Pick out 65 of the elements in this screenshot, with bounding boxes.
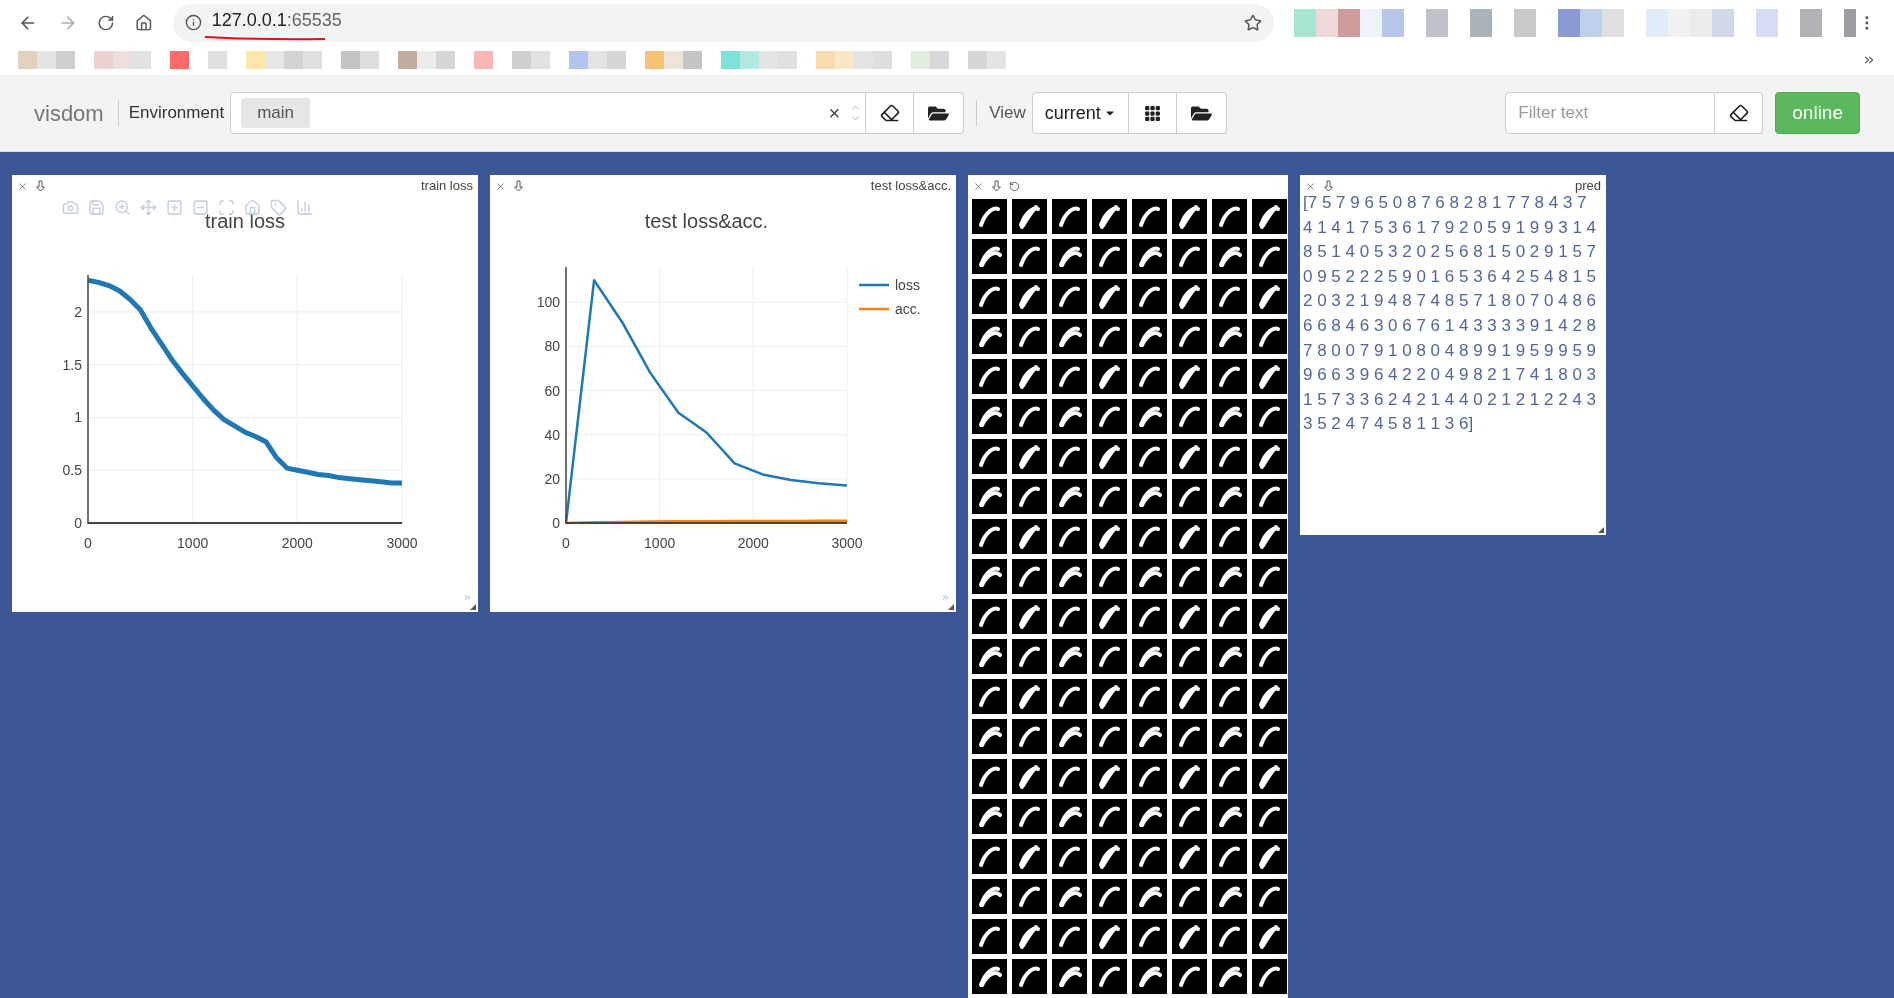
open-folder-button[interactable] [914,92,965,134]
y-tick-label: 100 [536,294,560,311]
open-folder-button[interactable] [1176,92,1227,134]
view-label: View [989,102,1026,125]
url-port: :65535 [286,9,342,32]
close-icon[interactable] [495,180,506,192]
home-icon[interactable] [135,13,153,32]
y-tick-label: 0 [74,515,82,531]
x-tick-label: 2000 [281,535,313,551]
y-tick-label: 20 [544,470,560,487]
more-bookmarks-icon[interactable] [1862,53,1876,67]
grid-button[interactable] [1128,92,1177,134]
y-tick-label: 40 [544,426,560,443]
y-tick-label: 0.5 [62,462,82,479]
y-tick-label: 0 [552,515,560,531]
app-logo: visdom [34,99,104,128]
eraser-icon [879,103,900,123]
bookmark-star-icon[interactable] [1244,13,1263,32]
pane-title: pred [1574,177,1601,196]
download-icon[interactable] [992,180,1001,192]
clear-filter-button[interactable] [1715,92,1764,134]
close-icon[interactable] [973,180,984,192]
chart-title: train loss [205,210,285,232]
address-bar[interactable]: 127.0.0.1:65535 [172,3,1275,42]
download-icon[interactable] [36,180,45,192]
x-tick-label: 1000 [177,535,209,551]
legend-label: acc. [895,301,921,317]
url-host: 127.0.0.1 [211,9,287,32]
resize-handle-icon[interactable] [948,604,954,610]
clear-button[interactable] [866,92,915,134]
x-tick-label: 2000 [737,535,769,551]
y-tick-label: 1 [74,409,82,426]
resize-handle-icon[interactable] [1598,527,1604,533]
close-icon[interactable] [17,180,28,192]
filter-field[interactable]: Filter text [1505,92,1716,134]
view-select[interactable]: current [1031,92,1129,134]
clear-environment-button[interactable]: × [828,98,841,128]
y-tick-label: 60 [544,382,560,399]
reload-icon[interactable] [97,13,115,32]
environment-field[interactable]: main × [230,92,867,134]
info-icon [184,14,202,31]
x-tick-label: 1000 [644,535,676,551]
legend-swatch [859,283,889,287]
reset-icon[interactable] [1009,180,1020,192]
x-tick-label: 3000 [386,535,418,551]
legend-label: loss [895,277,920,293]
x-tick-label: 0 [562,535,570,551]
legend-swatch [859,307,889,311]
y-tick-label: 2 [74,303,82,320]
pane-title: test loss&acc. [870,177,951,196]
prediction-text: [7 5 7 9 6 5 0 8 7 6 8 2 8 1 7 7 8 4 3 7 4 1 4 1 7 5 3 6 1 7 9 2 0 5 9 1 9 9 3 1 4 8 5 1 4 0 5 3 2 0 2 5 6 8 1 5 0 2 9 1 5 7 0 9 5 2 2 2 5 9 0 1 6 5 3 6 4 2 5 4 8 1 5 2 0 3 2 1 9 4 8 7 4 8 5 7 1 8 0 7 0 4 8 6 6 6 8 4 6 3 0 6 7 6 1 4 3 3 3 3 9 1 4 2 8 7 8 0 0 7 9 1 0 8 0 4 8 9 9 1 9 5 9 9 5 9 9 6 6 3 9 6 4 2 2 0 4 9 8 2 1 7 4 1 8 0 3 1 5 7 3 3 6 2 4 2 1 4 4 0 2 1 2 1 2 2 4 3 3 5 2 4 7 4 5 8 1 1 3 6] [1302,193,1596,436]
x-tick-label: 3000 [831,535,863,551]
y-tick-label: 80 [544,338,560,355]
x-tick-label: 0 [84,535,92,551]
close-icon[interactable] [1305,180,1316,192]
environment-label: Environment [128,102,225,125]
eraser-icon [1728,103,1749,123]
environment-tag[interactable]: main [241,98,310,128]
y-tick-label: 1.5 [62,356,82,373]
grid-icon [1143,104,1161,122]
chart-title: test loss&acc. [644,210,769,232]
pane-title: train loss [420,177,473,196]
download-icon[interactable] [514,180,523,192]
resize-handle-icon[interactable] [470,604,476,610]
download-icon[interactable] [1324,180,1333,192]
